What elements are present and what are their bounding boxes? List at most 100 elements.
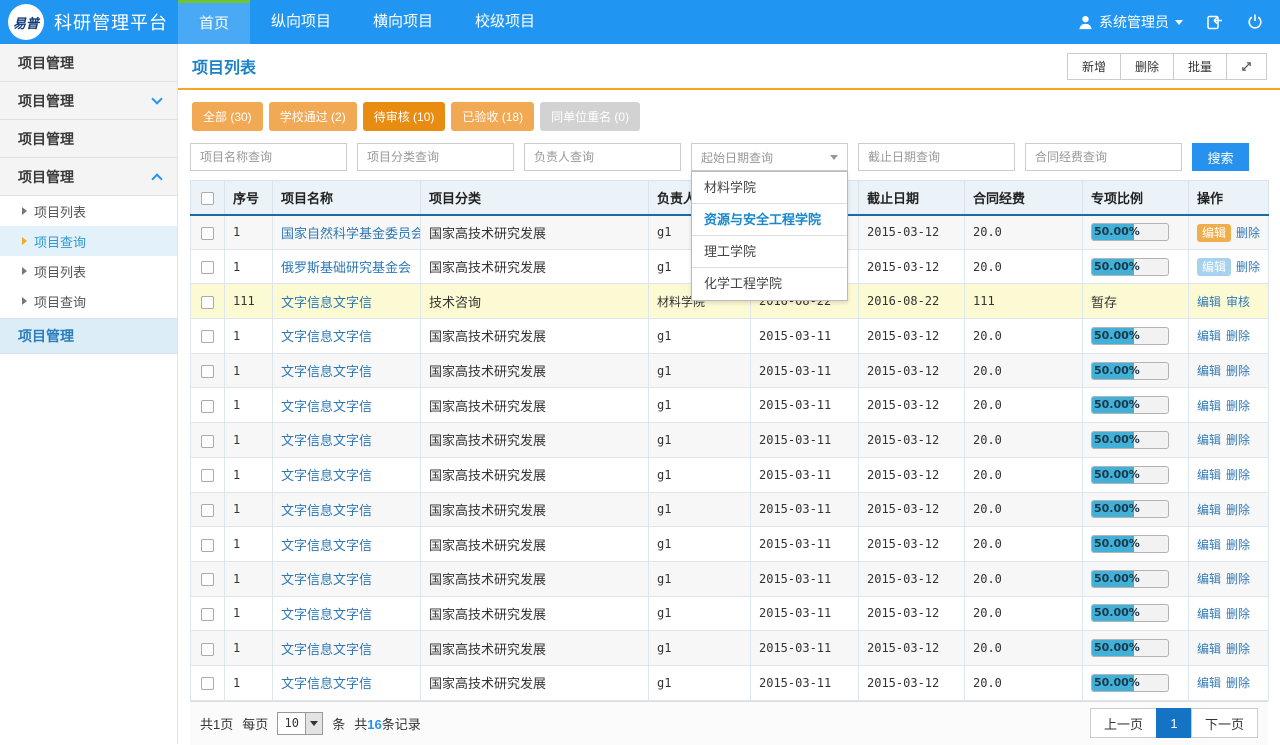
row-checkbox[interactable]: [201, 573, 214, 586]
row-checkbox[interactable]: [201, 504, 214, 517]
project-name-link[interactable]: 文字信息文字信: [281, 468, 372, 483]
project-name-link[interactable]: 文字信息文字信: [281, 399, 372, 414]
sidebar-group-1[interactable]: 项目管理: [0, 82, 177, 120]
nav-tab-0[interactable]: 首页: [178, 0, 250, 44]
select-all-checkbox[interactable]: [201, 192, 214, 205]
next-page-button[interactable]: 下一页: [1191, 708, 1258, 738]
project-name-link[interactable]: 文字信息文字信: [281, 503, 372, 518]
action-second-button[interactable]: 删除: [1226, 364, 1250, 378]
toolbar-button-2[interactable]: 批量: [1173, 53, 1227, 80]
row-checkbox[interactable]: [201, 365, 214, 378]
row-checkbox[interactable]: [201, 330, 214, 343]
dropdown-option-0[interactable]: 材料学院: [692, 172, 847, 204]
action-second-button[interactable]: 删除: [1226, 503, 1250, 517]
current-page-button[interactable]: 1: [1156, 708, 1192, 738]
nav-tab-1[interactable]: 纵向项目: [250, 0, 352, 44]
dropdown-option-3[interactable]: 化学工程学院: [692, 268, 847, 300]
start-date-select[interactable]: 起始日期查询: [691, 143, 848, 171]
sidebar-item-8[interactable]: 项目管理: [0, 318, 177, 354]
dropdown-option-2[interactable]: 理工学院: [692, 236, 847, 268]
action-second-button[interactable]: 删除: [1226, 642, 1250, 656]
search-button[interactable]: 搜索: [1192, 143, 1249, 171]
action-edit-button[interactable]: 编辑: [1197, 538, 1221, 552]
cell-actions: 编辑删除: [1189, 423, 1269, 458]
user-menu[interactable]: 系统管理员: [1078, 12, 1183, 32]
toolbar-button-1[interactable]: 删除: [1120, 53, 1174, 80]
action-second-button[interactable]: 删除: [1226, 399, 1250, 413]
action-second-button[interactable]: 删除: [1226, 572, 1250, 586]
sidebar-item-7[interactable]: 项目查询: [0, 286, 177, 316]
row-checkbox[interactable]: [201, 400, 214, 413]
prev-page-button[interactable]: 上一页: [1090, 708, 1157, 738]
page-size-caret[interactable]: [305, 713, 322, 734]
project-name-link[interactable]: 文字信息文字信: [281, 607, 372, 622]
row-checkbox[interactable]: [201, 608, 214, 621]
filter-tab-1[interactable]: 学校通过 (2): [269, 102, 357, 131]
nav-tab-2[interactable]: 横向项目: [352, 0, 454, 44]
project-name-link[interactable]: 文字信息文字信: [281, 295, 372, 310]
search-input-4[interactable]: [858, 143, 1015, 171]
action-edit-button[interactable]: 编辑: [1197, 295, 1221, 309]
action-second-button[interactable]: 删除: [1236, 260, 1260, 274]
sidebar-item-6[interactable]: 项目列表: [0, 256, 177, 286]
row-checkbox[interactable]: [201, 469, 214, 482]
expand-icon[interactable]: [1226, 53, 1267, 80]
row-checkbox[interactable]: [201, 227, 214, 240]
toolbar-button-0[interactable]: 新增: [1067, 53, 1121, 80]
project-name-link[interactable]: 国家自然科学基金委员会: [281, 226, 421, 241]
sidebar-group-2[interactable]: 项目管理: [0, 120, 177, 158]
cell-end-date: 2016-08-22: [859, 284, 965, 319]
action-second-button[interactable]: 删除: [1226, 607, 1250, 621]
row-checkbox[interactable]: [201, 677, 214, 690]
action-second-button[interactable]: 删除: [1226, 468, 1250, 482]
search-input-1[interactable]: [357, 143, 514, 171]
sidebar-item-5[interactable]: 项目查询: [0, 226, 177, 256]
project-name-link[interactable]: 文字信息文字信: [281, 329, 372, 344]
action-second-button[interactable]: 删除: [1226, 538, 1250, 552]
filter-tab-0[interactable]: 全部 (30): [192, 102, 263, 131]
action-second-button[interactable]: 审核: [1226, 295, 1250, 309]
action-edit-button[interactable]: 编辑: [1197, 224, 1231, 242]
ratio-progress-fill: 50.00%: [1092, 328, 1134, 344]
search-input-5[interactable]: [1025, 143, 1182, 171]
project-name-link[interactable]: 文字信息文字信: [281, 364, 372, 379]
project-name-link[interactable]: 文字信息文字信: [281, 572, 372, 587]
power-icon[interactable]: [1246, 13, 1264, 31]
project-name-link[interactable]: 文字信息文字信: [281, 676, 372, 691]
action-second-button[interactable]: 删除: [1226, 676, 1250, 690]
search-input-0[interactable]: [190, 143, 347, 171]
project-name-link[interactable]: 俄罗斯基础研究基金会: [281, 260, 411, 275]
row-checkbox[interactable]: [201, 643, 214, 656]
action-edit-button[interactable]: 编辑: [1197, 572, 1221, 586]
row-checkbox[interactable]: [201, 261, 214, 274]
dropdown-option-1[interactable]: 资源与安全工程学院: [692, 204, 847, 236]
project-name-link[interactable]: 文字信息文字信: [281, 433, 372, 448]
action-edit-button[interactable]: 编辑: [1197, 607, 1221, 621]
action-second-button[interactable]: 删除: [1226, 329, 1250, 343]
filter-tab-2[interactable]: 待审核 (10): [363, 102, 446, 131]
action-second-button[interactable]: 删除: [1236, 226, 1260, 240]
row-checkbox[interactable]: [201, 296, 214, 309]
project-name-link[interactable]: 文字信息文字信: [281, 538, 372, 553]
filter-tab-3[interactable]: 已验收 (18): [451, 102, 534, 131]
action-edit-button[interactable]: 编辑: [1197, 468, 1221, 482]
sidebar-group-0[interactable]: 项目管理: [0, 44, 177, 82]
action-edit-button[interactable]: 编辑: [1197, 433, 1221, 447]
row-checkbox[interactable]: [201, 539, 214, 552]
nav-tab-3[interactable]: 校级项目: [454, 0, 556, 44]
sidebar-group-3[interactable]: 项目管理: [0, 158, 177, 196]
action-edit-button[interactable]: 编辑: [1197, 329, 1221, 343]
action-edit-button[interactable]: 编辑: [1197, 364, 1221, 378]
page-size-select[interactable]: 10: [277, 712, 323, 735]
sidebar-item-4[interactable]: 项目列表: [0, 196, 177, 226]
project-name-link[interactable]: 文字信息文字信: [281, 642, 372, 657]
action-edit-button[interactable]: 编辑: [1197, 642, 1221, 656]
action-edit-button[interactable]: 编辑: [1197, 399, 1221, 413]
action-edit-button[interactable]: 编辑: [1197, 676, 1221, 690]
exit-icon[interactable]: [1205, 13, 1224, 32]
action-edit-button[interactable]: 编辑: [1197, 258, 1231, 276]
action-edit-button[interactable]: 编辑: [1197, 503, 1221, 517]
action-second-button[interactable]: 删除: [1226, 433, 1250, 447]
search-input-2[interactable]: [524, 143, 681, 171]
row-checkbox[interactable]: [201, 435, 214, 448]
